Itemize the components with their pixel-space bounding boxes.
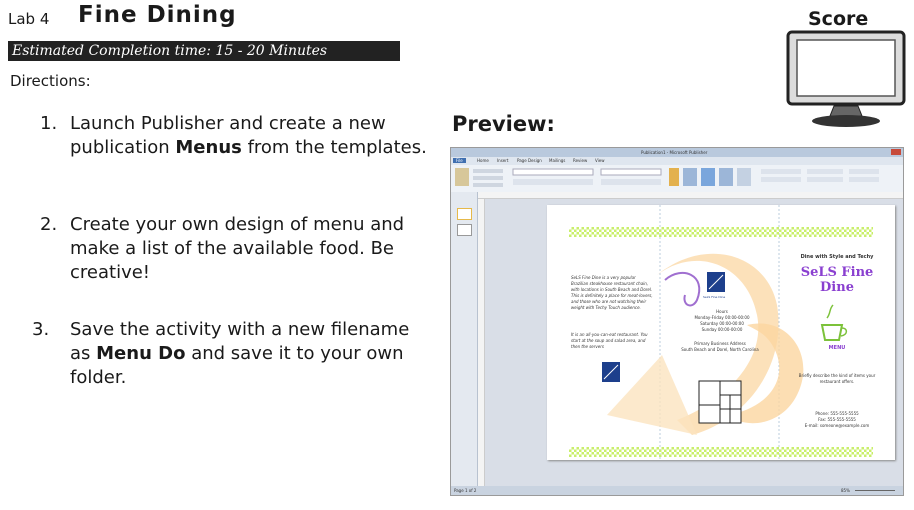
zoom-level: 85% xyxy=(841,488,850,493)
ribbon xyxy=(451,165,903,193)
close-icon xyxy=(891,149,901,155)
publisher-screenshot: Publication1 - Microsoft Publisher File … xyxy=(450,147,904,496)
title-bar: Publication1 - Microsoft Publisher xyxy=(451,148,903,157)
preview-heading: Preview: xyxy=(452,112,555,136)
step-text: Launch Publisher and create a new public… xyxy=(70,113,427,158)
step-text: Create your own design of menu and make … xyxy=(70,214,405,283)
step-number: 2. xyxy=(40,214,58,235)
estimated-time: Estimated Completion time: 15 - 20 Minut… xyxy=(12,43,328,59)
tab-view: View xyxy=(595,158,605,163)
tab-review: Review xyxy=(573,158,588,163)
zoom-slider xyxy=(855,490,895,491)
tab-page-design: Page Design xyxy=(517,158,542,163)
tab-home: Home xyxy=(477,158,489,163)
tab-mailings: Mailings xyxy=(549,158,566,163)
tab-file: File xyxy=(453,158,466,163)
checker-border-top xyxy=(569,227,873,237)
step-3: 3. Save the activity with a new filename… xyxy=(32,318,430,390)
contact-block: Phone: 555-555-5555 Fax: 555-555-5555 E-… xyxy=(804,411,870,428)
page-thumbnail xyxy=(457,208,472,220)
tagline: Dine with Style and Techy xyxy=(800,254,874,260)
logo-caption: SeLS Fine Dine xyxy=(703,295,726,299)
step-number: 3. xyxy=(32,319,50,340)
monitor-icon xyxy=(786,30,906,127)
tab-insert: Insert xyxy=(497,158,509,163)
brochure-page: SeLS Fine Dine is a very popular Brazili… xyxy=(547,205,895,460)
pages-pane xyxy=(451,192,478,486)
directions-heading: Directions: xyxy=(10,72,91,90)
describe-text: Briefly describe the kind of items your … xyxy=(798,373,876,384)
lab-number: Lab 4 xyxy=(8,10,50,28)
ruler xyxy=(478,192,903,199)
buffet-paragraph: It is an all-you-can-eat restaurant. You… xyxy=(571,332,648,349)
step-text: Save the activity with a new filename as… xyxy=(70,319,410,388)
lab-title: Fine Dining xyxy=(78,2,237,28)
intro-paragraph: SeLS Fine Dine is a very popular Brazili… xyxy=(571,275,653,310)
status-bar: Page 1 of 2 85% xyxy=(451,486,903,495)
page-thumbnail xyxy=(457,224,472,236)
window-title: Publication1 - Microsoft Publisher xyxy=(641,150,708,155)
menu-label: MENU xyxy=(828,345,846,351)
step-2: 2. Create your own design of menu and ma… xyxy=(40,213,440,285)
step-number: 1. xyxy=(40,113,58,134)
score-label: Score xyxy=(808,8,869,30)
checker-border-bottom xyxy=(569,447,873,457)
ribbon-tabs: File Home Insert Page Design Mailings Re… xyxy=(451,157,903,165)
page-indicator: Page 1 of 2 xyxy=(454,488,477,493)
ribbon-controls xyxy=(455,168,879,187)
address-block: Primary Business Address South Beach and… xyxy=(681,341,759,352)
vertical-ruler xyxy=(478,199,485,486)
restaurant-name: SeLS Fine Dine xyxy=(800,265,874,295)
hours-block: Hours Monday-Friday 00:00-00:00 Saturday… xyxy=(694,309,750,332)
step-1: 1. Launch Publisher and create a new pub… xyxy=(40,112,440,160)
